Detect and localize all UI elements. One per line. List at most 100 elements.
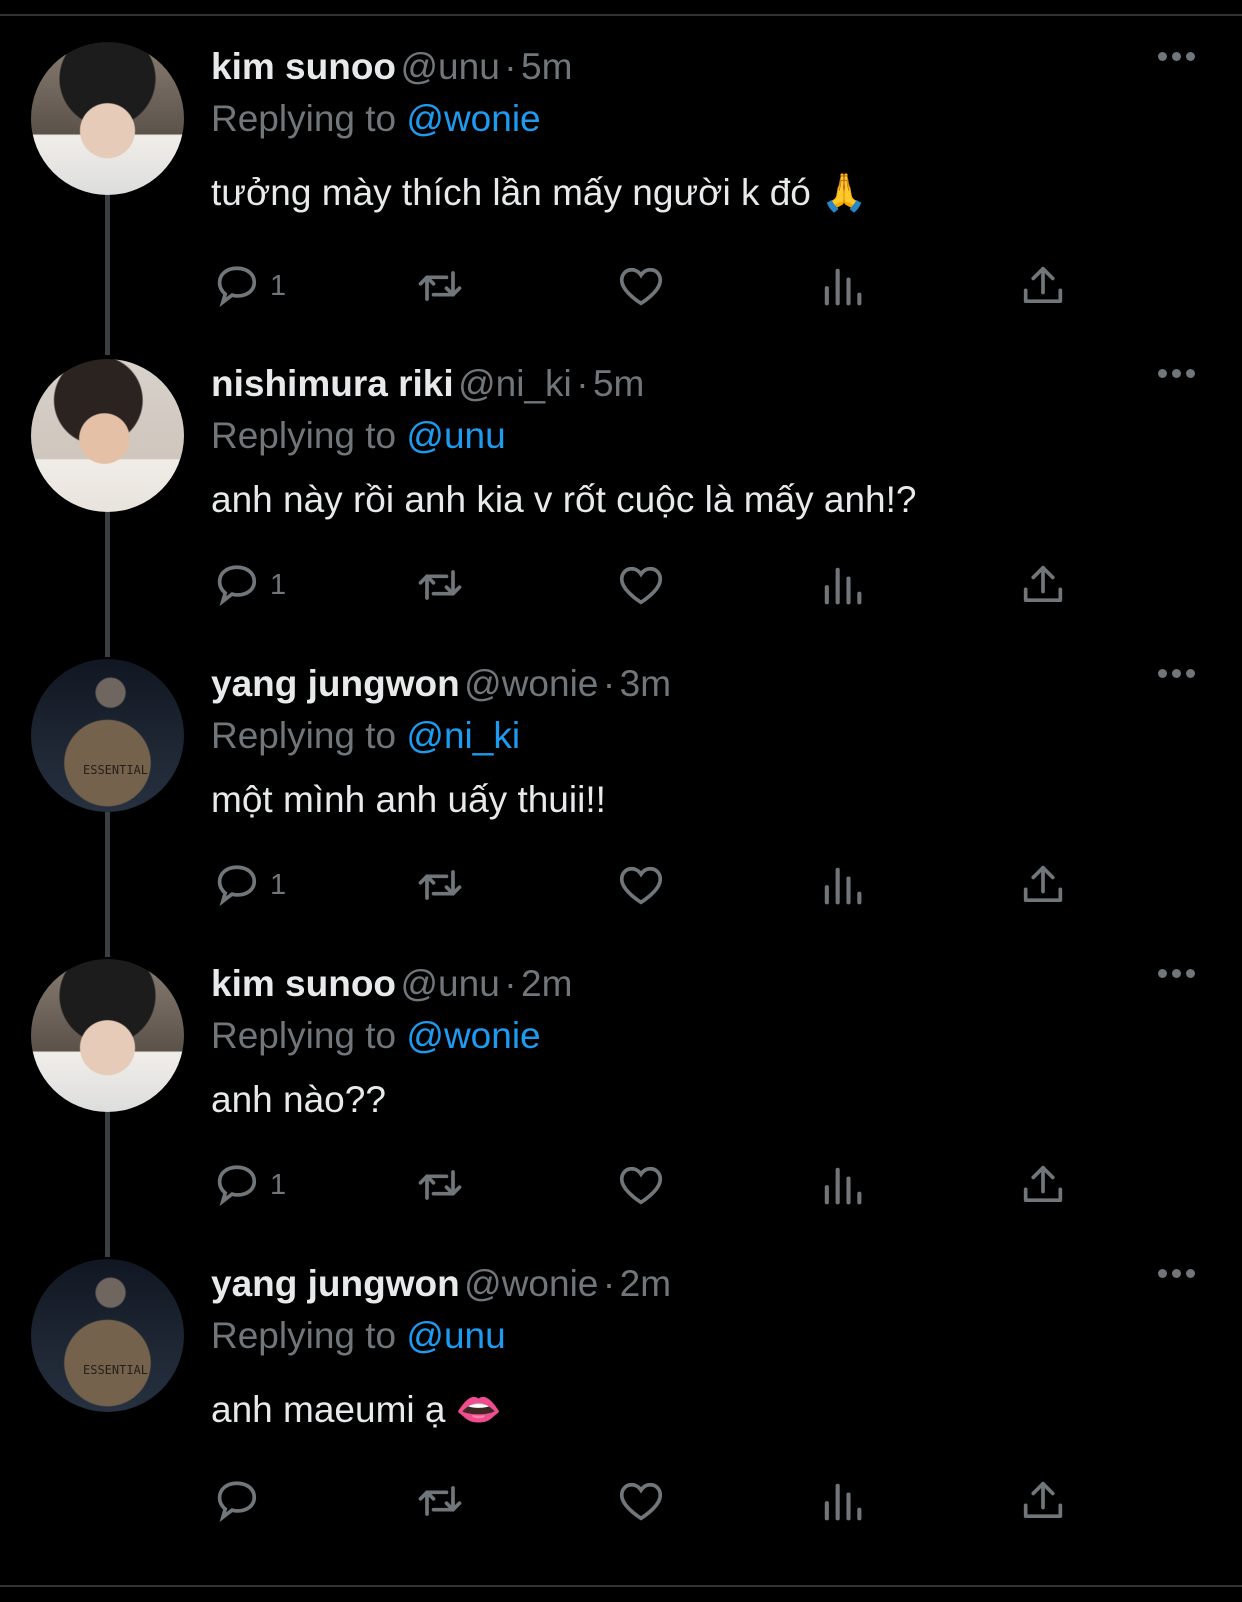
reply-count: 1	[270, 270, 287, 302]
display-name[interactable]: yang jungwon	[211, 1263, 460, 1304]
views-icon	[824, 1167, 862, 1205]
share-icon	[1023, 1165, 1063, 1203]
views-button[interactable]	[816, 1475, 876, 1527]
tweet-header: nishimura riki @ni_ki · 5m	[211, 363, 644, 405]
mention-link[interactable]: @ni_ki	[406, 715, 520, 756]
replying-to: Replying to @ni_ki	[211, 715, 521, 756]
reply-button[interactable]: 1	[212, 1159, 286, 1211]
reply-icon	[217, 266, 257, 308]
more-icon[interactable]	[1158, 969, 1198, 979]
thread-connector	[105, 1112, 110, 1257]
handle[interactable]: @unu	[400, 963, 499, 1004]
reply-count: 1	[270, 569, 287, 601]
like-button[interactable]	[615, 859, 675, 911]
views-button[interactable]	[816, 559, 876, 611]
display-name[interactable]: kim sunoo	[211, 46, 396, 87]
like-icon	[619, 566, 663, 605]
retweet-icon	[418, 1486, 462, 1516]
bottom-divider	[0, 1585, 1242, 1587]
timestamp[interactable]: 5m	[521, 46, 572, 87]
timestamp[interactable]: 2m	[620, 1263, 671, 1304]
display-name[interactable]: nishimura riki	[211, 363, 454, 404]
retweet-button[interactable]	[414, 859, 474, 911]
handle[interactable]: @unu	[400, 46, 499, 87]
reply-button[interactable]: 1	[212, 859, 286, 911]
handle[interactable]: @wonie	[464, 1263, 598, 1304]
reply-button[interactable]: 1	[212, 559, 286, 611]
more-icon[interactable]	[1158, 52, 1198, 62]
tweet-text: anh này rồi anh kia v rốt cuộc là mấy an…	[211, 479, 917, 520]
thread-connector	[105, 812, 110, 957]
avatar[interactable]	[31, 959, 184, 1112]
share-icon	[1023, 1481, 1063, 1519]
views-icon	[824, 268, 862, 306]
timestamp[interactable]: 5m	[593, 363, 644, 404]
display-name[interactable]: yang jungwon	[211, 663, 460, 704]
display-name[interactable]: kim sunoo	[211, 963, 396, 1004]
like-button[interactable]	[615, 1159, 675, 1211]
reply-icon	[217, 1165, 257, 1207]
avatar[interactable]: ESSENTIAL	[31, 659, 184, 812]
tweet-text: một mình anh uấy thuii!!	[211, 779, 606, 820]
replying-to: Replying to @wonie	[211, 1015, 541, 1056]
reply-icon	[217, 565, 257, 607]
retweet-icon	[418, 570, 462, 600]
like-icon	[619, 267, 663, 306]
share-button[interactable]	[1017, 1159, 1077, 1211]
tweet-text: anh nào??	[211, 1079, 386, 1120]
folded-hands-icon: 🙏	[821, 172, 868, 213]
separator: ·	[602, 663, 616, 704]
avatar[interactable]	[31, 42, 184, 195]
mention-link[interactable]: @wonie	[406, 1015, 540, 1056]
views-button[interactable]	[816, 260, 876, 312]
avatar[interactable]	[31, 359, 184, 512]
handle[interactable]: @ni_ki	[458, 363, 572, 404]
more-icon[interactable]	[1158, 369, 1198, 379]
mention-link[interactable]: @unu	[406, 1315, 505, 1356]
thread-connector	[105, 512, 110, 657]
avatar-shirt-text: ESSENTIAL	[83, 763, 149, 777]
like-icon	[619, 1166, 663, 1205]
retweet-button[interactable]	[414, 260, 474, 312]
reply-icon	[217, 865, 257, 907]
timestamp[interactable]: 2m	[521, 963, 572, 1004]
views-button[interactable]	[816, 859, 876, 911]
mention-link[interactable]: @wonie	[406, 98, 540, 139]
share-button[interactable]	[1017, 559, 1077, 611]
like-button[interactable]	[615, 1475, 675, 1527]
replying-to: Replying to @unu	[211, 1315, 506, 1356]
share-icon	[1023, 865, 1063, 903]
views-button[interactable]	[816, 1159, 876, 1211]
timestamp[interactable]: 3m	[620, 663, 671, 704]
tweet-header: kim sunoo @unu · 2m	[211, 963, 572, 1005]
handle[interactable]: @wonie	[464, 663, 598, 704]
separator: ·	[504, 963, 517, 1004]
replying-to: Replying to @unu	[211, 415, 506, 456]
share-button[interactable]	[1017, 260, 1077, 312]
tweet-header: yang jungwon @wonie · 2m	[211, 1263, 671, 1305]
avatar-shirt-text: ESSENTIAL	[83, 1363, 149, 1377]
views-icon	[824, 867, 862, 905]
share-button[interactable]	[1017, 859, 1077, 911]
retweet-button[interactable]	[414, 1475, 474, 1527]
like-button[interactable]	[615, 260, 675, 312]
more-icon[interactable]	[1158, 1269, 1198, 1279]
like-icon	[619, 1482, 663, 1521]
thread-connector	[105, 195, 110, 355]
reply-button[interactable]: 1	[212, 260, 286, 312]
avatar[interactable]: ESSENTIAL	[31, 1259, 184, 1412]
retweet-button[interactable]	[414, 559, 474, 611]
reply-button[interactable]	[212, 1475, 272, 1527]
tweet-text: tưởng mày thích lần mấy người k đó 🙏	[211, 172, 868, 213]
tweet-text: anh maeumi ạ 👄	[211, 1389, 502, 1430]
separator: ·	[576, 363, 589, 404]
share-button[interactable]	[1017, 1475, 1077, 1527]
separator: ·	[602, 1263, 616, 1304]
retweet-icon	[418, 1170, 462, 1200]
views-icon	[824, 567, 862, 605]
like-button[interactable]	[615, 559, 675, 611]
retweet-button[interactable]	[414, 1159, 474, 1211]
more-icon[interactable]	[1158, 669, 1198, 679]
reply-count: 1	[270, 869, 287, 901]
mention-link[interactable]: @unu	[406, 415, 505, 456]
